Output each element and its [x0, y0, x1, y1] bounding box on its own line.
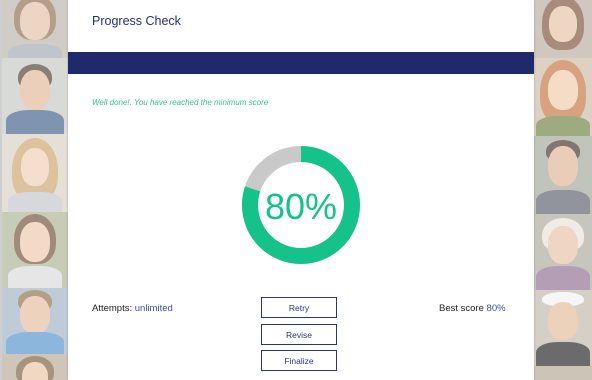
portrait-photo [2, 354, 68, 380]
portrait-photo [534, 214, 592, 290]
score-percent: 80% [265, 186, 337, 227]
attempts-info: Attempts: unlimited [92, 303, 173, 314]
best-score-info: Best score 80% [439, 303, 506, 314]
retry-button[interactable]: Retry [261, 297, 337, 318]
page-title: Progress Check [92, 14, 181, 28]
right-photo-strip [534, 0, 592, 380]
portrait-photo [534, 290, 592, 366]
attempts-value: unlimited [134, 303, 173, 314]
score-donut-chart: 80% [242, 146, 360, 264]
portrait-photo [2, 288, 68, 354]
portrait-photo [2, 0, 68, 58]
attempts-label: Attempts: [92, 303, 133, 314]
revise-button[interactable]: Revise [261, 324, 337, 345]
portrait-photo [2, 58, 68, 134]
finalize-button[interactable]: Finalize [261, 350, 337, 371]
header-banner [68, 52, 534, 74]
best-score-label: Best score [439, 303, 484, 314]
progress-check-panel: Progress Check Well done!. You have reac… [68, 0, 534, 380]
best-score-value: 80% [486, 303, 506, 314]
portrait-photo [2, 134, 68, 212]
left-photo-strip [2, 0, 68, 380]
portrait-photo [534, 0, 592, 58]
portrait-photo [534, 136, 592, 214]
portrait-photo [534, 58, 592, 136]
success-message: Well done!. You have reached the minimum… [92, 98, 269, 107]
portrait-photo [2, 212, 68, 288]
portrait-photo [534, 366, 592, 380]
